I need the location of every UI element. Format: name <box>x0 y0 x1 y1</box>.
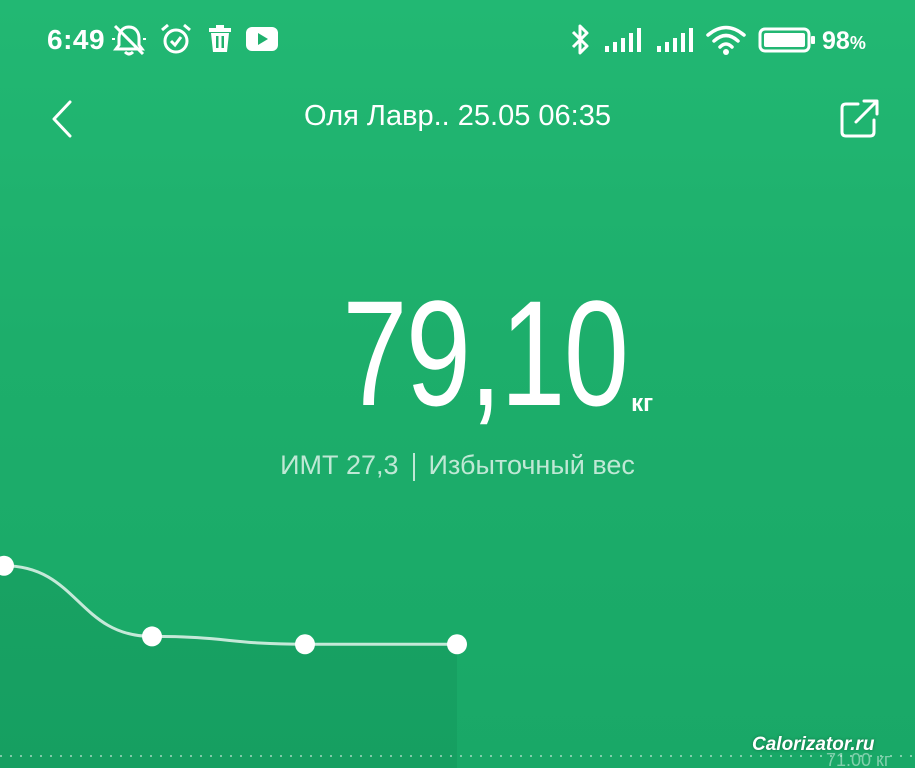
battery-percentage: 98% <box>822 27 866 56</box>
app-header: Оля Лавр.. 25.05 06:35 <box>0 80 915 160</box>
status-bar: 6:49 98% <box>0 0 915 80</box>
battery-unit: % <box>849 33 866 53</box>
status-time: 6:49 <box>47 24 106 55</box>
separator <box>412 452 415 481</box>
bluetooth-icon <box>571 24 589 55</box>
alarm-icon <box>161 23 191 54</box>
battery-level: 98 <box>822 27 850 55</box>
trend-point[interactable] <box>142 626 162 647</box>
trend-point[interactable] <box>295 634 315 655</box>
weight-unit: кг <box>631 390 654 417</box>
weight-trend-chart[interactable] <box>0 530 915 768</box>
bmi-value: ИМТ 27,3 <box>280 450 399 480</box>
share-button[interactable] <box>834 94 888 144</box>
signal-strength-icon <box>657 28 693 52</box>
share-icon <box>840 99 879 138</box>
weight-value: 79,10 <box>342 269 629 437</box>
bmi-summary: ИМТ 27,3 Избыточный вес <box>0 450 915 481</box>
signal-strength-icon <box>605 28 641 52</box>
trend-area <box>0 565 457 768</box>
page-title: Оля Лавр.. 25.05 06:35 <box>304 100 611 132</box>
trend-point[interactable] <box>447 634 467 655</box>
youtube-icon <box>246 27 278 51</box>
battery-icon <box>758 27 815 53</box>
weight-display: 79,10 кг <box>0 278 915 428</box>
wifi-icon <box>706 25 746 55</box>
bell-muted-icon <box>112 24 146 56</box>
bmi-category: Избыточный вес <box>428 450 635 480</box>
trash-icon <box>209 25 231 52</box>
watermark: Calorizator.ru <box>752 734 875 755</box>
